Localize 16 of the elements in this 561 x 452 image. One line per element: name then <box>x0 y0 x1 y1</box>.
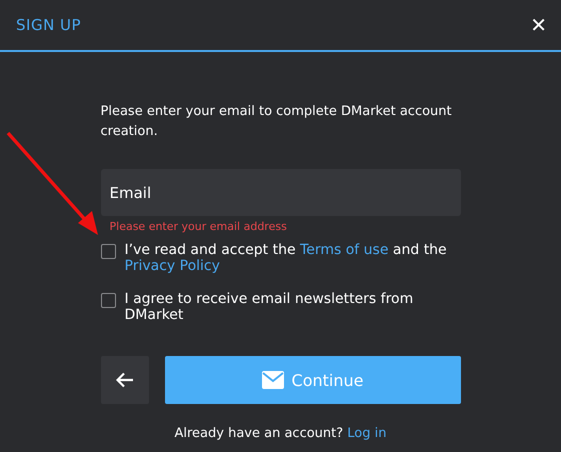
login-link[interactable]: Log in <box>347 426 386 441</box>
dialog-title: SIGN UP <box>16 16 82 34</box>
agreement-text: I agree to receive email newsletters from DMarket <box>124 291 414 323</box>
login-prompt: Already have an account? <box>174 426 344 441</box>
error-message: Please enter your email address <box>108 220 288 233</box>
envelope-icon <box>262 371 284 389</box>
close-button[interactable]: ✕ <box>530 15 547 35</box>
intro-text: Please enter your email to complete DMarket account creation. <box>100 103 453 141</box>
checkbox[interactable] <box>100 244 116 259</box>
email-field[interactable]: Email <box>100 169 460 216</box>
back-arrow-icon <box>116 372 134 388</box>
checkbox[interactable] <box>100 293 116 308</box>
agreement-text: I’ve read and accept the Terms of use and the Privacy Policy <box>124 242 448 274</box>
back-button[interactable] <box>100 356 148 404</box>
policy-link[interactable]: Privacy Policy <box>124 258 220 274</box>
policy-link[interactable]: Terms of use <box>300 242 388 258</box>
